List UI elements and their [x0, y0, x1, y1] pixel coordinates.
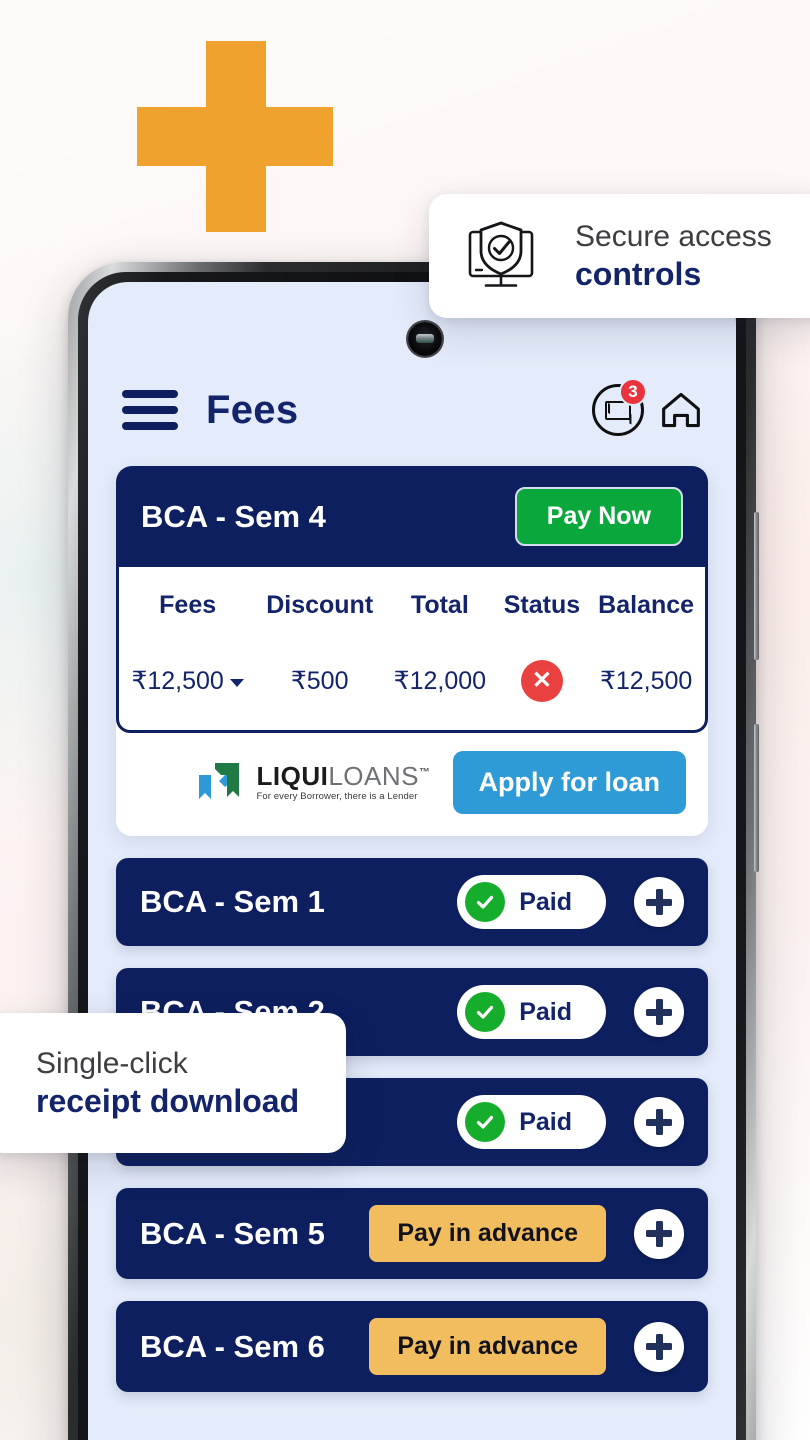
- apply-for-loan-button[interactable]: Apply for loan: [452, 751, 686, 814]
- callout-secure-line2: controls: [575, 255, 702, 292]
- liquiloans-logo: LIQUILOANS™ For every Borrower, there is…: [195, 757, 431, 809]
- pay-in-advance-button[interactable]: Pay in advance: [369, 1318, 606, 1375]
- callout-receipt-line1: Single-click: [36, 1047, 188, 1081]
- paid-label: Paid: [519, 1107, 572, 1136]
- monitor-shield-check-icon: [468, 221, 534, 287]
- paid-status-pill[interactable]: Paid: [457, 985, 606, 1039]
- app-content: Fees 3 BCA - Sem 4 Pay Now Fees Discount…: [88, 282, 736, 1440]
- fee-card-title: BCA - Sem 4: [141, 498, 326, 534]
- pay-in-advance-button[interactable]: Pay in advance: [369, 1205, 606, 1262]
- front-camera-icon: [408, 322, 442, 356]
- liquiloans-name-bold: LIQUI: [256, 761, 329, 792]
- callout-secure-line1: Secure access: [575, 220, 772, 254]
- check-circle-icon: [465, 1102, 506, 1142]
- liquiloans-name: LIQUILOANS™: [257, 763, 431, 789]
- chevron-down-icon[interactable]: [229, 679, 244, 687]
- fee-table-row: ₹12,500 ₹500 ₹12,000 ✕ ₹12,500: [121, 638, 703, 712]
- plus-circle-icon[interactable]: [634, 987, 684, 1037]
- trademark-symbol: ™: [419, 766, 431, 779]
- page-title: Fees: [206, 387, 299, 432]
- message-count-badge: 3: [619, 378, 647, 406]
- liquiloans-wordmark: LIQUILOANS™ For every Borrower, there is…: [257, 763, 431, 802]
- plus-circle-icon[interactable]: [634, 1097, 684, 1147]
- phone-mockup: Fees 3 BCA - Sem 4 Pay Now Fees Discount…: [68, 262, 759, 1440]
- semester-row-sem6[interactable]: BCA - Sem 6 Pay in advance: [116, 1301, 708, 1392]
- semester-name: BCA - Sem 1: [140, 884, 325, 919]
- check-circle-icon: [465, 992, 506, 1032]
- callout-receipt-text: Single-click receipt download: [36, 1046, 299, 1120]
- hamburger-menu-icon[interactable]: [122, 390, 178, 430]
- current-fee-card: BCA - Sem 4 Pay Now Fees Discount Total …: [116, 466, 708, 836]
- liquiloans-tagline: For every Borrower, there is a Lender: [256, 791, 418, 803]
- callout-secure-access: Secure access controls: [429, 194, 810, 318]
- loan-offer-strip: LIQUILOANS™ For every Borrower, there is…: [116, 733, 708, 836]
- app-bar: Fees 3: [106, 362, 718, 458]
- check-circle-icon: [465, 882, 506, 922]
- total-cell: ₹12,000: [393, 667, 487, 695]
- semester-name: BCA - Sem 6: [140, 1328, 325, 1364]
- liquiloans-logo-icon: [195, 757, 247, 809]
- fee-card-header: BCA - Sem 4 Pay Now: [116, 466, 708, 567]
- home-button[interactable]: [646, 382, 702, 438]
- column-header-total: Total: [410, 591, 469, 619]
- power-button[interactable]: [754, 724, 759, 872]
- fee-card-body: Fees Discount Total Status Balance ₹12,5…: [116, 567, 708, 733]
- fee-table-header-row: Fees Discount Total Status Balance: [121, 573, 703, 636]
- semester-row-sem5[interactable]: BCA - Sem 5 Pay in advance: [116, 1188, 708, 1279]
- fee-amount-cell[interactable]: ₹12,500: [121, 638, 254, 712]
- plus-circle-icon[interactable]: [634, 877, 684, 927]
- callout-receipt-line2: receipt download: [36, 1082, 300, 1119]
- paid-label: Paid: [519, 997, 572, 1026]
- decorative-plus-horizontal: [137, 107, 333, 166]
- callout-secure-text: Secure access controls: [575, 219, 772, 293]
- callout-receipt-download: Single-click receipt download: [0, 1013, 346, 1153]
- home-icon: [662, 392, 700, 428]
- fee-table: Fees Discount Total Status Balance ₹12,5…: [119, 571, 705, 714]
- status-cell: ✕: [497, 638, 588, 712]
- balance-cell: ₹12,500: [599, 667, 693, 695]
- semester-name: BCA - Sem 5: [140, 1215, 325, 1251]
- column-header-status: Status: [503, 591, 581, 619]
- column-header-fees: Fees: [159, 591, 217, 619]
- status-unpaid-x-icon: ✕: [520, 660, 563, 702]
- paid-status-pill[interactable]: Paid: [457, 1095, 606, 1149]
- fee-amount-value: ₹12,500: [131, 667, 224, 695]
- plus-circle-icon[interactable]: [634, 1321, 684, 1372]
- column-header-discount: Discount: [266, 591, 374, 619]
- discount-cell: ₹500: [290, 667, 349, 695]
- semester-row-sem1[interactable]: BCA - Sem 1 Paid: [116, 858, 708, 946]
- pay-now-button[interactable]: Pay Now: [514, 487, 683, 546]
- paid-status-pill[interactable]: Paid: [457, 875, 606, 929]
- liquiloans-name-light: LOANS: [328, 761, 419, 792]
- column-header-balance: Balance: [598, 591, 695, 619]
- messages-button[interactable]: 3: [590, 378, 647, 438]
- paid-label: Paid: [519, 887, 572, 916]
- plus-circle-icon[interactable]: [634, 1208, 684, 1259]
- phone-screen: Fees 3 BCA - Sem 4 Pay Now Fees Discount…: [88, 282, 736, 1440]
- volume-button[interactable]: [754, 512, 759, 660]
